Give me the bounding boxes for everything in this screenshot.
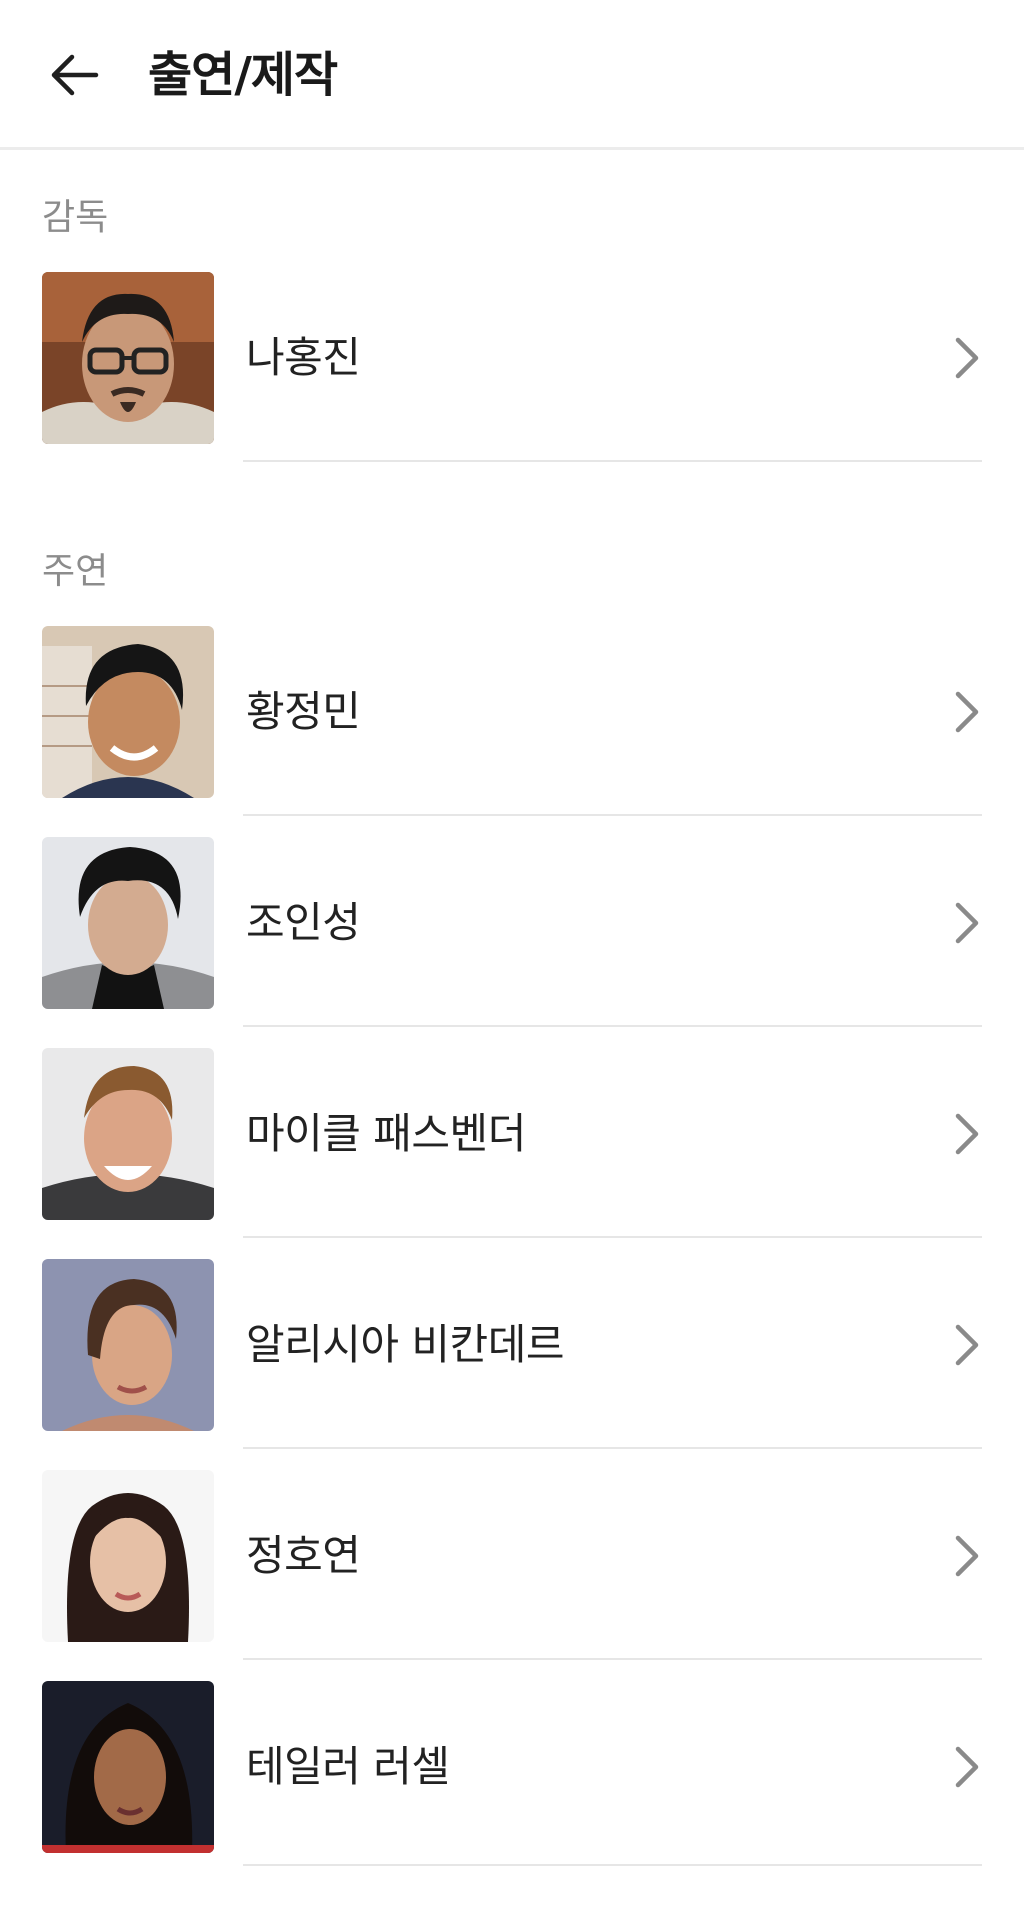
cast-crew-screen: 출연/제작 감독 나홍진 주연 황정민 조인성 마이클 패스벤더 알리시아 비칸…: [0, 0, 1024, 1932]
chevron-right-icon: [955, 902, 979, 944]
person-photo: [42, 1470, 214, 1642]
chevron-right-icon: [955, 1113, 979, 1155]
person-row-cast-3[interactable]: 알리시아 비칸데르: [0, 1225, 1024, 1449]
person-row-director-0[interactable]: 나홍진: [0, 238, 1024, 462]
page-title: 출연/제작: [148, 47, 338, 103]
chevron-right-icon: [955, 691, 979, 733]
person-row-cast-0[interactable]: 황정민: [0, 592, 1024, 816]
person-photo: [42, 272, 214, 444]
section-label-cast: 주연: [42, 551, 109, 592]
person-name: 조인성: [246, 898, 361, 947]
top-app-bar: 출연/제작: [0, 0, 1024, 150]
chevron-right-icon: [955, 1535, 979, 1577]
person-name: 정호연: [246, 1531, 361, 1580]
person-photo: [42, 626, 214, 798]
person-photo: [42, 1048, 214, 1220]
person-row-cast-2[interactable]: 마이클 패스벤더: [0, 1014, 1024, 1238]
person-row-cast-5[interactable]: 테일러 러셀: [0, 1647, 1024, 1866]
back-button[interactable]: [42, 42, 108, 108]
person-name: 나홍진: [246, 333, 361, 382]
chevron-right-icon: [955, 1324, 979, 1366]
row-divider: [243, 1864, 982, 1866]
section-label-director: 감독: [42, 197, 109, 238]
chevron-right-icon: [955, 1746, 979, 1788]
person-row-cast-4[interactable]: 정호연: [0, 1436, 1024, 1660]
person-name: 마이클 패스벤더: [246, 1109, 526, 1158]
person-photo: [42, 1259, 214, 1431]
person-photo: [42, 837, 214, 1009]
person-photo: [42, 1681, 214, 1853]
row-divider: [243, 460, 982, 462]
arrow-left-icon: [51, 54, 99, 96]
person-name: 테일러 러셀: [246, 1742, 450, 1791]
person-row-cast-1[interactable]: 조인성: [0, 803, 1024, 1027]
chevron-right-icon: [955, 337, 979, 379]
person-name: 알리시아 비칸데르: [246, 1320, 564, 1369]
person-name: 황정민: [246, 687, 361, 736]
